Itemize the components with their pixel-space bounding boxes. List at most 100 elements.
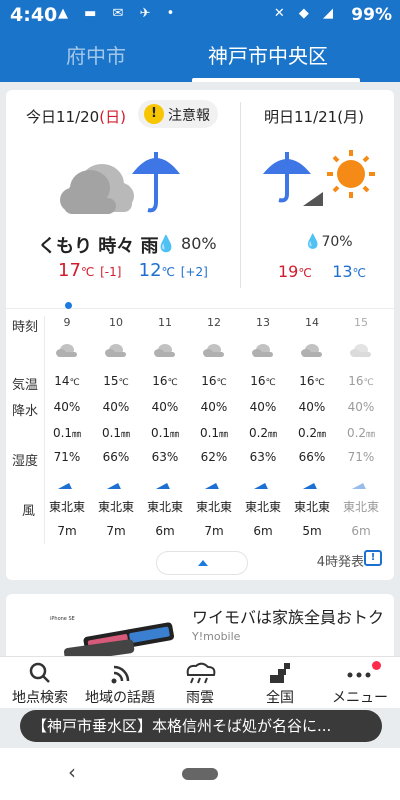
hour-rain: 0.1㎜ (52, 426, 82, 440)
hour-wind-speed: 6m (155, 524, 175, 538)
hour-wind-dir: 東北東 (146, 500, 183, 514)
cloud-icon (289, 342, 335, 361)
hour-wind-dir: 東北東 (293, 500, 330, 514)
wind-arrow-icon (338, 478, 384, 492)
hour-precip: 40% (151, 400, 179, 414)
hour-wind-speed: 5m (302, 524, 322, 538)
cloud-umbrella-icon (60, 152, 180, 214)
tab-kobe-chuo[interactable]: 神戸市中央区 (208, 40, 328, 69)
hour-humidity: 66% (298, 450, 326, 464)
rain-cloud-icon (186, 662, 216, 684)
notification-icons: ▲ ▬ ✉ ✈ • (58, 6, 181, 21)
today-precip: 💧 80% (156, 234, 217, 253)
today-weekday: (日) (99, 108, 126, 126)
hour-precip: 40% (347, 400, 375, 414)
today-temps: 17℃ [-1] 12℃ [+2] (58, 260, 208, 281)
hour-label: 13 (256, 316, 270, 329)
label-humidity: 湿度 (12, 454, 39, 469)
hour-wind-speed: 7m (204, 524, 224, 538)
issued-time: 4時発表 (316, 555, 364, 570)
day-divider (240, 102, 241, 288)
hour-precip: 40% (298, 400, 326, 414)
system-nav-bar: ‹ (0, 748, 400, 800)
raindrop-icon: 💧 (156, 234, 176, 253)
nav-local-topics[interactable]: 地域の話題 (80, 657, 160, 709)
city-tabs: 府中市 神戸市中央区 (0, 30, 400, 82)
umbrella-then-sun-icon (263, 150, 375, 206)
alert-label: 注意報 (168, 108, 210, 124)
today-high: 17 (58, 260, 81, 281)
hour-precip: 40% (53, 400, 81, 414)
forecast-card: 今日11/20(日) ! 注意報 くもり 時々 雨 💧 80% 17℃ [-1]… (6, 90, 394, 580)
cloud-icon (44, 342, 90, 361)
today-low-diff: [+2] (180, 265, 208, 279)
today-weather: くもり 時々 雨 (38, 236, 159, 257)
ad-sponsor: Y!mobile (192, 630, 241, 643)
hour-rain: 0.1㎜ (150, 426, 180, 440)
hour-temp: 15℃ (103, 374, 129, 388)
hour-rain: 0.2㎜ (297, 426, 327, 440)
back-icon[interactable]: ‹ (68, 760, 76, 784)
active-tab-indicator (192, 78, 360, 82)
alert-button[interactable]: ! 注意報 (138, 100, 218, 128)
label-wind: 風 (22, 504, 36, 519)
hour-label: 10 (109, 316, 123, 329)
hour-rain: 0.1㎜ (199, 426, 229, 440)
home-pill[interactable] (182, 768, 218, 780)
news-toast[interactable]: 【神戸市垂水区】本格信州そば処が名谷に... (20, 710, 382, 742)
hour-temp: 16℃ (348, 374, 374, 388)
nav-menu[interactable]: メニュー (320, 657, 400, 709)
hour-precip: 40% (102, 400, 130, 414)
label-temp: 気温 (12, 378, 39, 393)
current-hour-dot (65, 302, 72, 309)
tab-fuchu[interactable]: 府中市 (66, 40, 126, 69)
search-icon (29, 662, 50, 683)
hour-humidity: 63% (151, 450, 179, 464)
hour-label: 14 (305, 316, 319, 329)
hour-label: 12 (207, 316, 221, 329)
wind-arrow-icon (289, 478, 335, 492)
nav-location-search[interactable]: 地点検索 (0, 657, 80, 709)
cloud-icon (240, 342, 286, 361)
hour-precip: 40% (249, 400, 277, 414)
nav-rain-cloud[interactable]: 雨雲 (160, 657, 240, 709)
cloud-icon (191, 342, 237, 361)
cloud-icon (93, 342, 139, 361)
label-time: 時刻 (12, 320, 39, 335)
hour-label: 9 (63, 316, 71, 329)
label-precip: 降水 (12, 404, 39, 419)
warning-icon: ! (144, 104, 164, 124)
hour-humidity: 71% (53, 450, 81, 464)
wind-arrow-icon (44, 478, 90, 492)
hour-temp: 16℃ (201, 374, 227, 388)
ad-banner[interactable]: iPhone SE ワイモバは家族全員おトク Y!mobile (6, 594, 394, 664)
collapse-button[interactable] (156, 551, 248, 575)
menu-icon (347, 672, 371, 678)
bottom-nav: 地点検索 地域の話題 雨雲 全国 メニュー (0, 656, 400, 708)
today-date: 今日11/20(日) (26, 108, 126, 126)
hour-wind-speed: 7m (106, 524, 126, 538)
hour-label: 11 (158, 316, 172, 329)
hour-rain: 0.2㎜ (248, 426, 278, 440)
wind-arrow-icon (191, 478, 237, 492)
hour-rain: 0.1㎜ (101, 426, 131, 440)
raindrop-icon: 💧 (304, 234, 322, 250)
today-low: 12 (138, 260, 162, 281)
wind-arrow-icon (142, 478, 188, 492)
hourly-top-border (6, 308, 394, 309)
hour-wind-dir: 東北東 (244, 500, 281, 514)
hour-precip: 40% (200, 400, 228, 414)
hour-temp: 14℃ (54, 374, 80, 388)
tomorrow-date: 明日11/21(月) (264, 108, 364, 126)
nav-nationwide[interactable]: 全国 (240, 657, 320, 709)
hour-wind-dir: 東北東 (97, 500, 134, 514)
phone-ad-image: iPhone SE (50, 616, 175, 660)
map-icon (270, 663, 290, 683)
ad-image-text: iPhone SE (50, 616, 75, 622)
hour-rain: 0.2㎜ (346, 426, 376, 440)
topics-icon (111, 665, 130, 684)
ad-title: ワイモバは家族全員おトク (192, 608, 385, 627)
battery-level: 99% (351, 5, 392, 25)
info-icon[interactable]: ! (364, 550, 382, 566)
wind-arrow-icon (93, 478, 139, 492)
